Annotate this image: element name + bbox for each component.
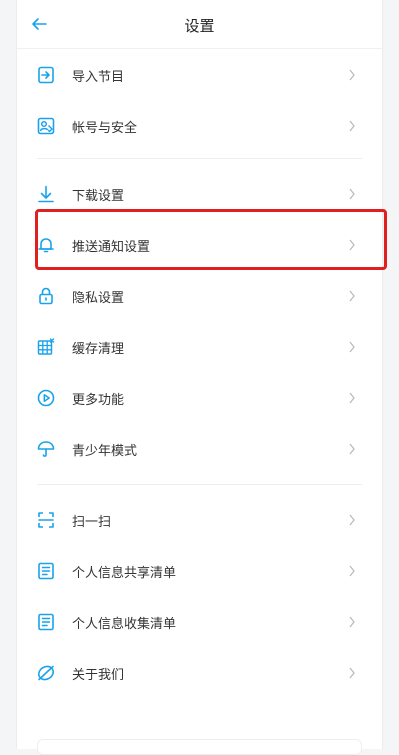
chevron-right-icon [349,188,355,200]
settings-item-account-security[interactable]: 帐号与安全 [17,101,382,151]
settings-item-label: 更多功能 [72,392,125,408]
settings-item-label: 帐号与安全 [72,120,138,136]
umbrella-icon [37,441,55,457]
bottom-card [37,739,362,755]
chevron-right-icon [349,290,355,302]
chevron-right-icon [349,667,355,679]
settings-item-label: 隐私设置 [72,290,125,306]
settings-item-scan[interactable]: 扫一扫 [17,495,382,545]
page-title: 设置 [184,17,215,35]
settings-screen: 设置 导入节目 帐号与安全 下载设置 推送通知设置 隐私设置 缓存清理 更多功能… [16,0,387,755]
play-circle-icon [37,389,55,407]
about-icon [38,665,54,681]
chevron-right-icon [349,443,355,455]
section-divider [37,158,362,159]
list-doc-icon [38,562,54,580]
account-security-icon [37,117,55,135]
settings-item-info-sharing-list[interactable]: 个人信息共享清单 [17,546,382,596]
settings-item-label: 下载设置 [72,188,125,204]
chevron-right-icon [349,341,355,353]
settings-item-push-notification[interactable]: 推送通知设置 [17,220,382,270]
settings-item-label: 缓存清理 [72,341,125,357]
chevron-right-icon [349,514,355,526]
lock-icon [39,287,53,305]
list-doc-icon [38,613,54,631]
chevron-right-icon [349,120,355,132]
settings-item-more-features[interactable]: 更多功能 [17,373,382,423]
header-bar: 设置 [17,0,382,49]
settings-item-label: 导入节目 [72,69,125,85]
chevron-right-icon [349,239,355,251]
scan-icon [38,512,54,528]
settings-item-import[interactable]: 导入节目 [17,50,382,100]
settings-item-label: 关于我们 [72,667,125,683]
chevron-right-icon [349,565,355,577]
settings-item-label: 青少年模式 [72,443,138,459]
download-icon [38,185,54,203]
settings-item-cache[interactable]: 缓存清理 [17,322,382,372]
chevron-right-icon [349,616,355,628]
settings-item-label: 扫一扫 [72,514,112,530]
settings-item-label: 个人信息共享清单 [72,565,177,581]
import-icon [38,66,54,84]
settings-item-label: 推送通知设置 [72,239,151,255]
section-divider [37,484,362,485]
settings-item-info-collection-list[interactable]: 个人信息收集清单 [17,597,382,647]
chevron-right-icon [349,69,355,81]
settings-item-about-us[interactable]: 关于我们 [17,648,382,698]
cache-icon [37,338,55,355]
settings-item-teen-mode[interactable]: 青少年模式 [17,424,382,474]
chevron-right-icon [349,392,355,404]
bell-icon [38,238,54,253]
settings-item-download[interactable]: 下载设置 [17,169,382,219]
settings-item-privacy[interactable]: 隐私设置 [17,271,382,321]
settings-item-label: 个人信息收集清单 [72,616,177,632]
